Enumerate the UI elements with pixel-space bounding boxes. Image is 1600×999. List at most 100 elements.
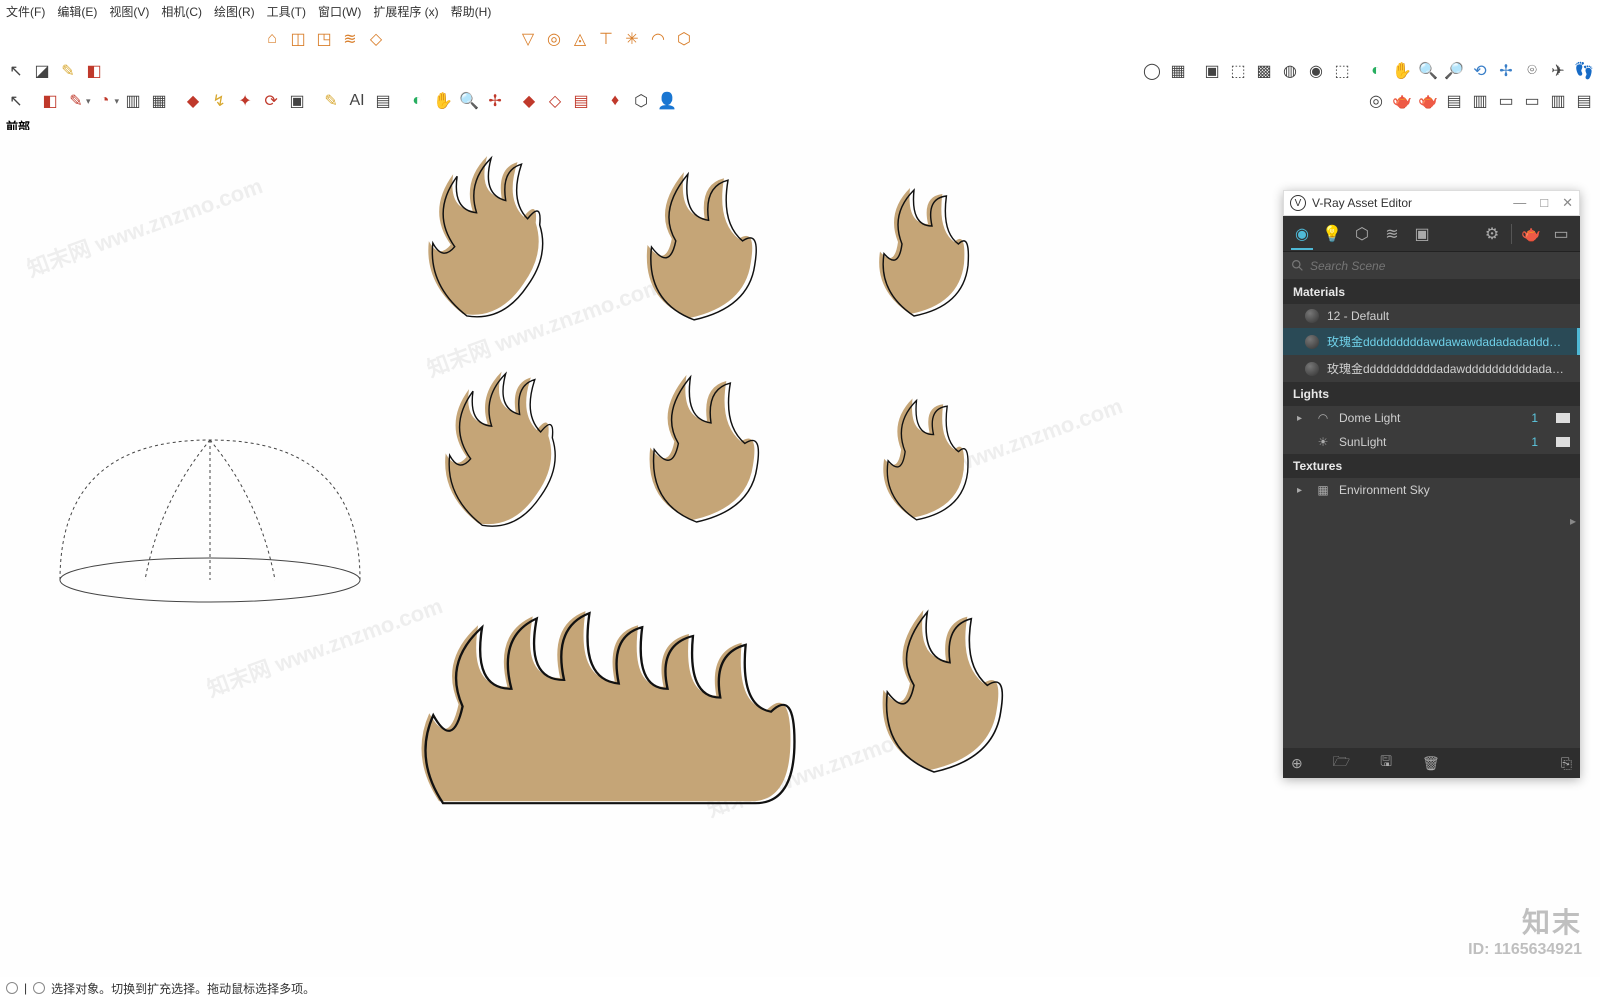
open-icon[interactable]: 🗁 — [1333, 751, 1350, 775]
tool-icon[interactable]: ▩ — [1252, 59, 1276, 83]
tool-icon[interactable]: ◫ — [286, 27, 310, 51]
tool-icon[interactable]: ▤ — [1572, 89, 1596, 113]
tool-icon[interactable]: ▭ — [1494, 89, 1518, 113]
tab-settings-icon[interactable]: ⚙ — [1477, 219, 1507, 249]
tool-icon[interactable]: ⌾ — [1520, 59, 1544, 83]
tool-icon[interactable]: ◍ — [1278, 59, 1302, 83]
tool-icon[interactable]: ✈ — [1546, 59, 1570, 83]
zoom-icon[interactable]: 🔍 — [457, 89, 481, 113]
light-toggle[interactable] — [1556, 413, 1570, 423]
menu-help[interactable]: 帮助(H) — [451, 3, 492, 20]
vray-titlebar[interactable]: V V-Ray Asset Editor — □ ✕ — [1283, 190, 1580, 216]
search-input[interactable] — [1310, 259, 1572, 273]
menu-edit[interactable]: 编辑(E) — [57, 3, 97, 20]
tool-icon[interactable]: ✋ — [1390, 59, 1414, 83]
section-lights[interactable]: Lights — [1283, 382, 1580, 406]
purge-icon[interactable]: ⎘ — [1561, 755, 1572, 772]
panel-expand-icon[interactable]: ▸ — [1570, 514, 1576, 528]
tab-render-icon[interactable]: ▣ — [1407, 219, 1437, 249]
tool-icon[interactable]: ⌂ — [260, 27, 284, 51]
arc-icon[interactable]: ◔ — [93, 89, 117, 113]
tool-icon[interactable]: ◯ — [1140, 59, 1164, 83]
minimize-icon[interactable]: — — [1513, 195, 1526, 211]
tool-icon[interactable]: ↯ — [207, 89, 231, 113]
tool-icon[interactable]: ◠ — [646, 27, 670, 51]
light-item[interactable]: ☀ SunLight 1 — [1283, 430, 1580, 454]
tool-icon[interactable]: ▤ — [569, 89, 593, 113]
delete-icon[interactable]: 🗑 — [1422, 755, 1440, 772]
pencil-icon[interactable]: ✎ — [64, 89, 88, 113]
dropdown-icon[interactable]: ▾ — [86, 96, 91, 107]
tool-icon[interactable]: ◉ — [1304, 59, 1328, 83]
menu-window[interactable]: 窗口(W) — [318, 3, 361, 20]
tool-icon[interactable]: ◎ — [542, 27, 566, 51]
tab-geometry-icon[interactable]: ⬡ — [1347, 219, 1377, 249]
tool-icon[interactable]: ◐ — [405, 89, 429, 113]
tool-icon[interactable]: ◐ — [1364, 59, 1388, 83]
menu-extensions[interactable]: 扩展程序 (x) — [373, 3, 438, 20]
tool-icon[interactable]: ⬡ — [629, 89, 653, 113]
ai-icon[interactable]: AI — [345, 89, 369, 113]
tool-icon[interactable]: ✎ — [56, 59, 80, 83]
tool-icon[interactable]: ⊤ — [594, 27, 618, 51]
select-icon[interactable]: ↖ — [4, 89, 28, 113]
tool-icon[interactable]: ▣ — [285, 89, 309, 113]
model-viewport[interactable]: 知末网 www.znzmo.com 知末网 www.znzmo.com 知末网 … — [0, 130, 1600, 977]
tab-lights-icon[interactable]: 💡 — [1317, 219, 1347, 249]
tool-icon[interactable]: ▽ — [516, 27, 540, 51]
tab-textures-icon[interactable]: ≋ — [1377, 219, 1407, 249]
tool-icon[interactable]: ⬡ — [672, 27, 696, 51]
light-toggle[interactable] — [1556, 437, 1570, 447]
light-item[interactable]: ▸ ◠ Dome Light 1 — [1283, 406, 1580, 430]
tool-icon[interactable]: ◳ — [312, 27, 336, 51]
tool-icon[interactable]: ✢ — [483, 89, 507, 113]
tool-icon[interactable]: ▤ — [371, 89, 395, 113]
menu-file[interactable]: 文件(F) — [6, 3, 45, 20]
frame-buffer-icon[interactable]: ▭ — [1546, 219, 1576, 249]
tool-icon[interactable]: ✳ — [620, 27, 644, 51]
menu-camera[interactable]: 相机(C) — [161, 3, 202, 20]
tool-icon[interactable]: ▥ — [1468, 89, 1492, 113]
move-icon[interactable]: ✦ — [233, 89, 257, 113]
section-textures[interactable]: Textures — [1283, 454, 1580, 478]
tool-icon[interactable]: ⟲ — [1468, 59, 1492, 83]
expand-icon[interactable]: ▸ — [1297, 413, 1307, 424]
expand-icon[interactable]: ▸ — [1297, 485, 1307, 496]
pan-icon[interactable]: ✋ — [431, 89, 455, 113]
menu-view[interactable]: 视图(V) — [109, 3, 149, 20]
render-teapot-icon[interactable]: 🫖 — [1516, 219, 1546, 249]
tool-icon[interactable]: ◆ — [517, 89, 541, 113]
close-icon[interactable]: ✕ — [1562, 195, 1573, 211]
vray-search[interactable] — [1283, 252, 1580, 280]
tool-icon[interactable]: ⬚ — [1330, 59, 1354, 83]
ruby-icon[interactable]: ♦ — [603, 89, 627, 113]
tool-icon[interactable]: ⬚ — [1226, 59, 1250, 83]
tool-icon[interactable]: ◇ — [543, 89, 567, 113]
tool-icon[interactable]: ✎ — [319, 89, 343, 113]
tool-icon[interactable]: ≋ — [338, 27, 362, 51]
user-icon[interactable]: 👤 — [655, 89, 679, 113]
texture-item[interactable]: ▸ ▦ Environment Sky — [1283, 478, 1580, 502]
zoom-icon[interactable]: 🔍 — [1416, 59, 1440, 83]
material-item[interactable]: 12 - Default — [1283, 304, 1580, 328]
tool-icon[interactable]: ✢ — [1494, 59, 1518, 83]
tool-icon[interactable]: ◬ — [568, 27, 592, 51]
tool-icon[interactable]: ▦ — [147, 89, 171, 113]
eraser-icon[interactable]: ◧ — [38, 89, 62, 113]
tool-icon[interactable]: ◇ — [364, 27, 388, 51]
select-icon[interactable]: ↖ — [4, 59, 28, 83]
tool-icon[interactable]: ◆ — [181, 89, 205, 113]
section-materials[interactable]: Materials — [1283, 280, 1580, 304]
tool-icon[interactable]: ▤ — [1442, 89, 1466, 113]
dropdown-icon[interactable]: ▾ — [115, 96, 120, 107]
save-icon[interactable]: 🖫 — [1380, 751, 1392, 775]
tool-icon[interactable]: ▣ — [1200, 59, 1224, 83]
teapot-icon[interactable]: 🫖 — [1416, 89, 1440, 113]
rotate-icon[interactable]: ⟳ — [259, 89, 283, 113]
eraser-icon[interactable]: ◧ — [82, 59, 106, 83]
tool-icon[interactable]: ▥ — [121, 89, 145, 113]
maximize-icon[interactable]: □ — [1540, 195, 1548, 211]
tool-icon[interactable]: 👣 — [1572, 59, 1596, 83]
material-item[interactable]: 玫瑰金dddddddddddadawddddddddddadadadadada.… — [1283, 355, 1580, 382]
vray-asset-editor[interactable]: V V-Ray Asset Editor — □ ✕ ◉ 💡 ⬡ ≋ ▣ ⚙ 🫖… — [1283, 190, 1580, 778]
